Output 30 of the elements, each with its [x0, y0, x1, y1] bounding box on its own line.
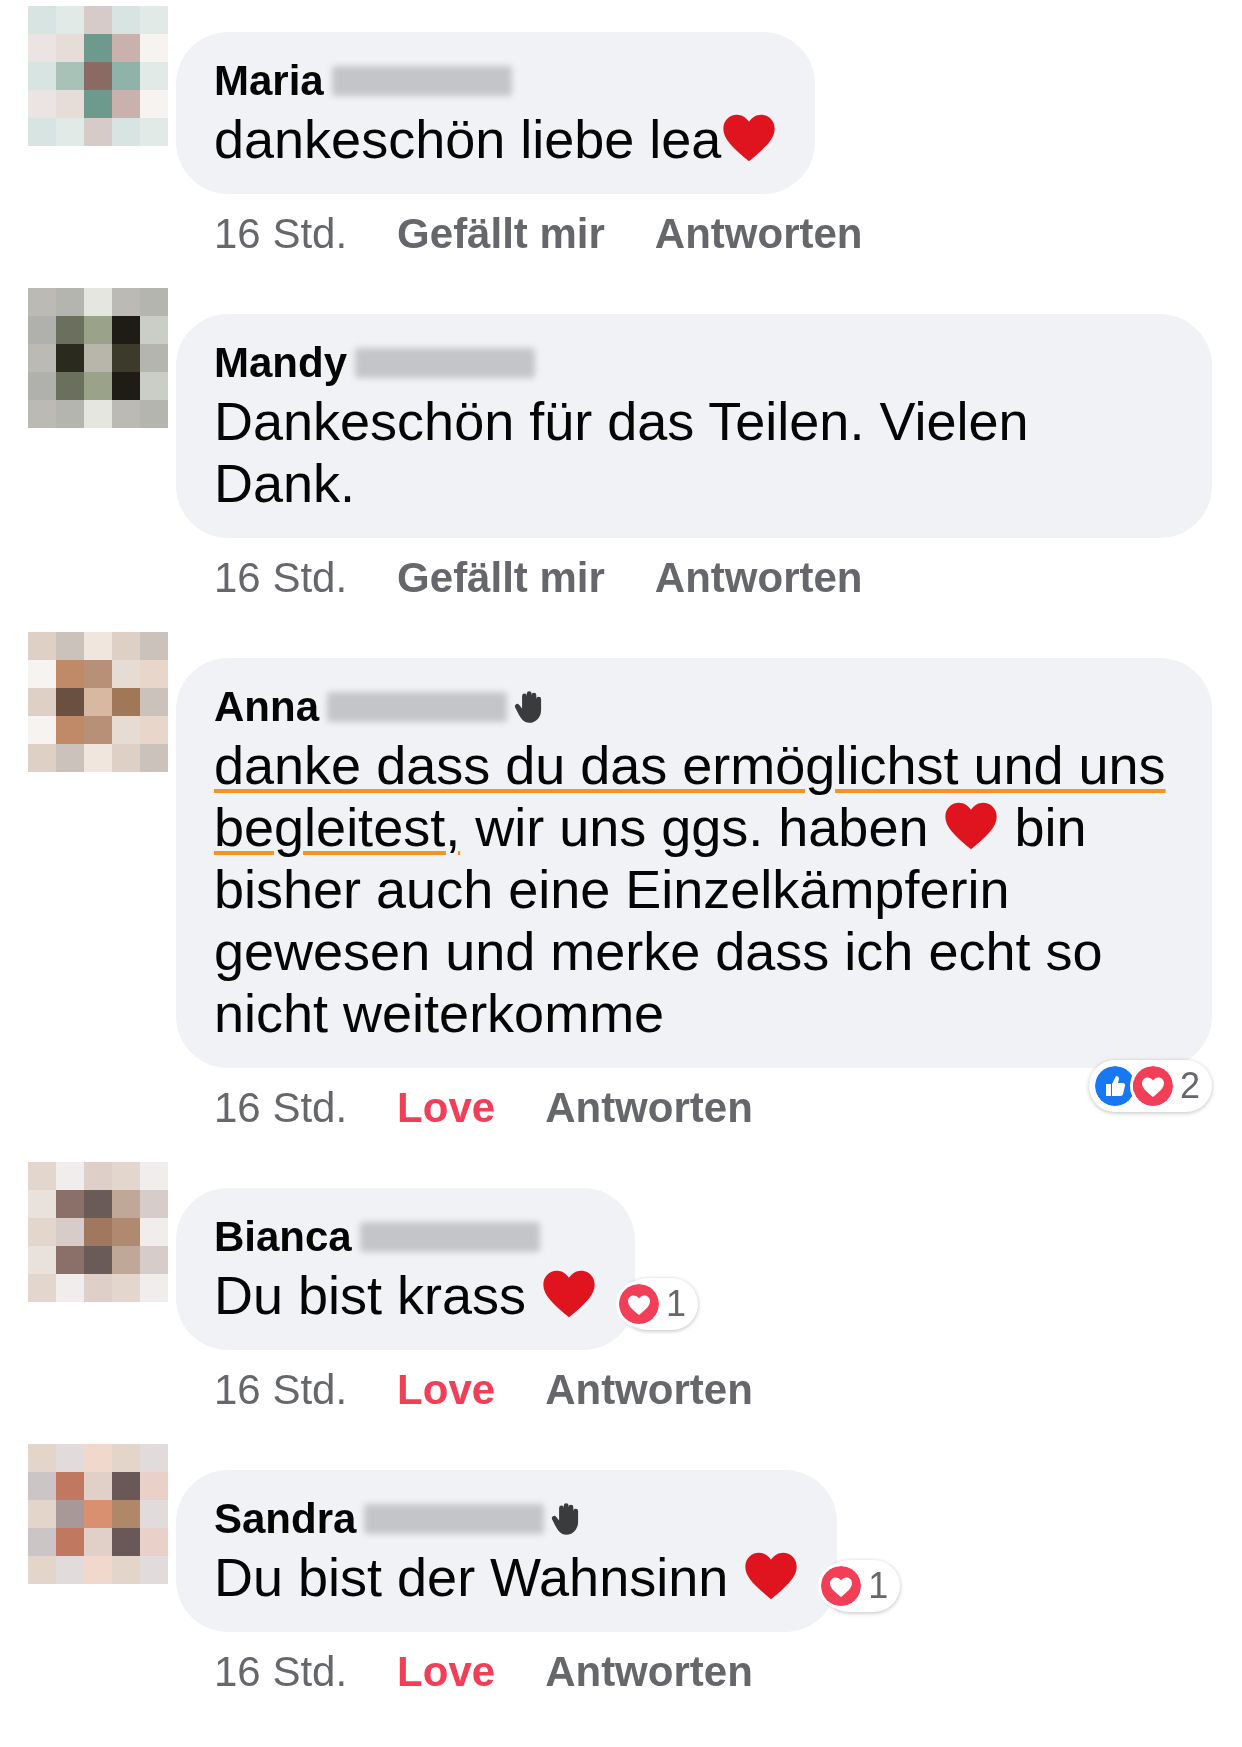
author-name[interactable]: Bianca	[214, 1210, 352, 1264]
author-name[interactable]: Maria	[214, 54, 324, 108]
comment-text: danke dass du das ermöglichst und uns begleitest, wir uns ggs. haben bin bisher auch eine Einzelkämpferin gewesen und merke dass ich echt so nicht weiterkomme	[214, 734, 1167, 1044]
author-name[interactable]: Mandy	[214, 336, 347, 390]
reply-link[interactable]: Antworten	[545, 1082, 753, 1134]
timestamp: 16 Std.	[214, 1647, 348, 1697]
timestamp: 16 Std.	[214, 209, 348, 259]
reply-link[interactable]: Antworten	[654, 208, 863, 260]
reaction-link[interactable]: Love	[397, 1082, 496, 1134]
reaction-summary[interactable]: 2	[1088, 1060, 1212, 1112]
reaction-count: 1	[868, 1568, 889, 1604]
reply-link[interactable]: Antworten	[654, 552, 863, 604]
comment-text: dankeschön liebe lea	[214, 108, 778, 170]
reply-link[interactable]: Antworten	[545, 1646, 753, 1698]
reaction-link[interactable]: Love	[397, 1364, 496, 1416]
timestamp: 16 Std.	[214, 1365, 348, 1415]
reaction-link[interactable]: Gefällt mir	[397, 208, 605, 260]
author-name[interactable]: Anna	[214, 680, 319, 734]
timestamp: 16 Std.	[214, 1083, 348, 1133]
comment-text: Dankeschön für das Teilen. Vielen Dank.	[214, 390, 1030, 514]
love-icon	[1129, 1063, 1176, 1109]
reaction-count: 1	[666, 1286, 687, 1322]
reply-link[interactable]: Antworten	[545, 1364, 753, 1416]
reaction-link[interactable]: Gefällt mir	[397, 552, 605, 604]
reaction-link[interactable]: Love	[397, 1646, 496, 1698]
reaction-count: 2	[1179, 1068, 1200, 1104]
timestamp: 16 Std.	[214, 553, 348, 603]
author-name[interactable]: Sandra	[214, 1492, 357, 1546]
comment-text: Du bist krass	[214, 1264, 598, 1326]
comment-text: Du bist der Wahnsinn	[214, 1546, 800, 1608]
